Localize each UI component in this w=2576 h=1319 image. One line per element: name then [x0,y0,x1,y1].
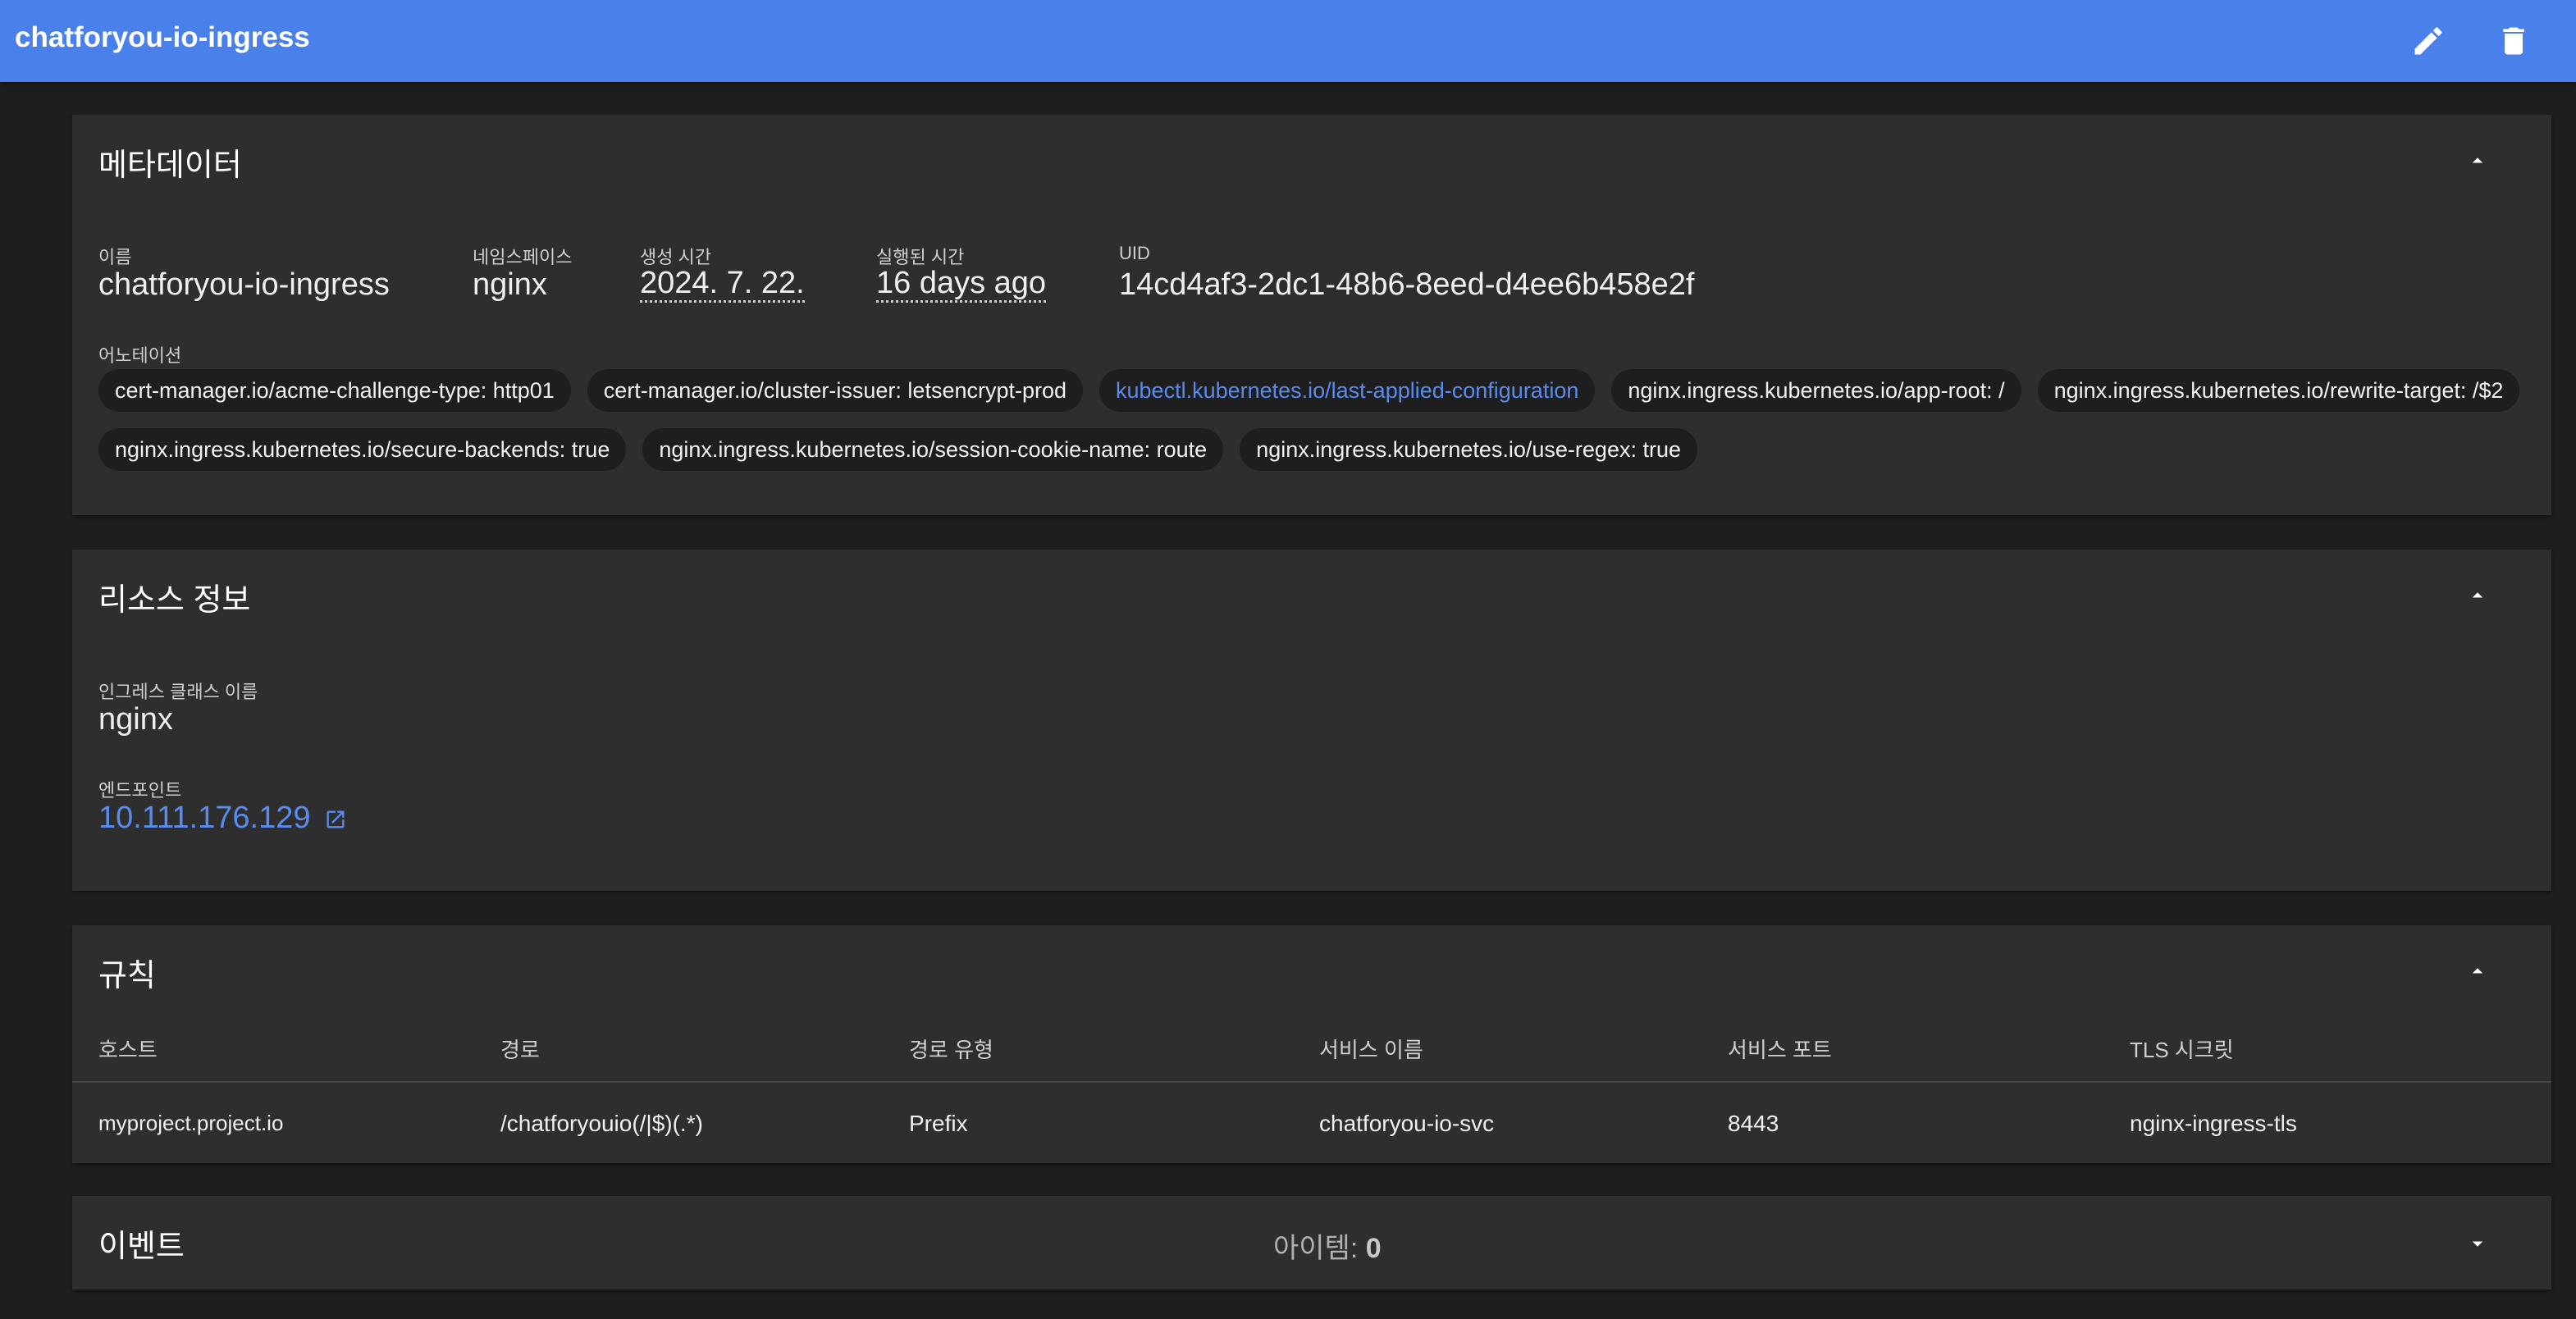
resource-title: chatforyou-io-ingress [15,21,310,53]
uid-value: 14cd4af3-2dc1-48b6-8eed-d4ee6b458e2f [1119,267,1695,302]
table-divider [72,1081,2551,1083]
pencil-icon [2414,27,2442,55]
annotation-chip: cert-manager.io/acme-challenge-type: htt… [98,369,571,412]
column-header-service-port: 서비스 포트 [1728,1038,1832,1062]
edit-button[interactable] [2405,18,2451,64]
collapse-rules-button[interactable] [2461,955,2494,988]
column-header-path-type: 경로 유형 [909,1038,993,1062]
host-cell: myproject.project.io [98,1111,284,1135]
chevron-down-icon [2472,1241,2483,1247]
metadata-card: 메타데이터 이름 chatforyou-io-ingress 네임스페이스 ng… [72,115,2551,515]
annotation-chip: nginx.ingress.kubernetes.io/use-regex: t… [1240,428,1697,471]
namespace-value: nginx [473,267,547,302]
uid-label: UID [1119,243,1150,263]
namespace-label: 네임스페이스 [473,247,573,267]
name-value: chatforyou-io-ingress [98,267,390,302]
age-value[interactable]: 16 days ago [876,267,1047,303]
service-name-link[interactable]: chatforyou-io-svc [1319,1111,1494,1137]
items-count: 0 [1365,1233,1382,1264]
service-port-cell: 8443 [1728,1111,1779,1136]
annotation-chip-link[interactable]: kubectl.kubernetes.io/last-applied-confi… [1099,369,1596,412]
open-in-new-icon [327,810,345,828]
ingress-class-value: nginx [98,702,173,737]
annotation-chip: cert-manager.io/cluster-issuer: letsencr… [587,369,1084,412]
trash-icon [2503,27,2524,55]
created-value[interactable]: 2024. 7. 22. [640,267,805,303]
top-toolbar: chatforyou-io-ingress [0,0,2576,82]
metadata-title: 메타데이터 [98,148,242,183]
ingress-class-label: 인그레스 클래스 이름 [98,682,258,702]
rules-card: 규칙 호스트 경로 경로 유형 서비스 이름 서비스 포트 TLS 시크릿 my… [72,925,2551,1163]
column-header-host: 호스트 [98,1038,158,1062]
events-card: 이벤트 아이템: 0 [72,1196,2551,1289]
items-label: 아이템: [1273,1233,1359,1264]
events-title: 이벤트 [98,1230,185,1264]
column-header-service-name: 서비스 이름 [1319,1038,1423,1062]
resource-info-card: 리소스 정보 인그레스 클래스 이름 nginx 엔드포인트 10.111.17… [72,550,2551,891]
chevron-up-icon [2472,157,2483,163]
annotation-chip: nginx.ingress.kubernetes.io/secure-backe… [98,428,627,471]
endpoint-label: 엔드포인트 [98,780,182,801]
annotations-label: 어노테이션 [98,345,182,366]
expand-events-button[interactable] [2461,1227,2494,1260]
delete-button[interactable] [2491,18,2537,64]
endpoint-value: 10.111.176.129 [98,801,311,835]
chevron-up-icon [2472,968,2483,974]
events-count: 아이템: 0 [1273,1225,1382,1266]
path-cell: /chatforyouio(/|$)(.*) [500,1111,703,1136]
column-header-path: 경로 [500,1038,540,1062]
path-type-cell: Prefix [909,1111,968,1136]
annotation-chips: cert-manager.io/acme-challenge-type: htt… [98,369,2527,471]
endpoint-link[interactable]: 10.111.176.129 [98,801,347,836]
rules-title: 규칙 [98,959,156,993]
column-header-tls-secret: TLS 시크릿 [2130,1038,2234,1062]
chevron-up-icon [2472,592,2483,598]
annotation-chip: nginx.ingress.kubernetes.io/app-root: / [1611,369,2021,412]
annotation-chip: nginx.ingress.kubernetes.io/rewrite-targ… [2037,369,2520,412]
resource-info-title: 리소스 정보 [98,583,251,618]
collapse-metadata-button[interactable] [2461,144,2494,177]
annotation-chip: nginx.ingress.kubernetes.io/session-cook… [642,428,1224,471]
name-label: 이름 [98,247,132,267]
collapse-resource-button[interactable] [2461,579,2494,612]
tls-secret-link[interactable]: nginx-ingress-tls [2130,1111,2297,1137]
